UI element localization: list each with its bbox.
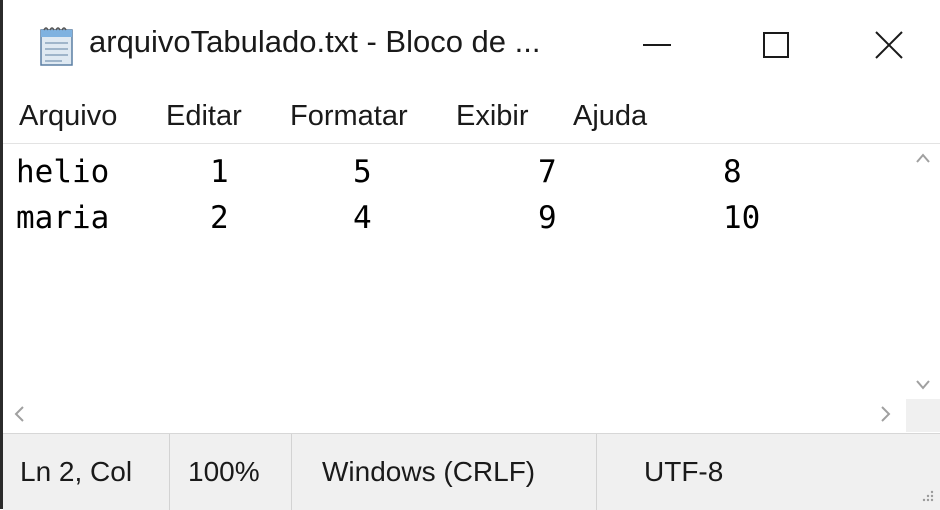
- maximize-icon: [763, 32, 789, 58]
- chevron-right-icon[interactable]: [880, 403, 892, 425]
- text-cell: 8: [723, 154, 742, 190]
- status-encoding-text: UTF-8: [644, 456, 724, 487]
- status-bar: Ln 2, Col 100% Windows (CRLF) UTF-8: [3, 433, 940, 510]
- status-position-text: Ln 2, Col: [20, 456, 133, 487]
- text-line: maria 2 4 9 10: [16, 200, 760, 240]
- close-icon: [875, 31, 903, 59]
- minimize-button[interactable]: [603, 0, 703, 90]
- status-cursor-position: Ln 2, Col: [3, 434, 170, 510]
- status-line-ending: Windows (CRLF): [292, 434, 597, 510]
- chevron-up-icon[interactable]: [915, 152, 931, 164]
- notepad-icon: [38, 25, 76, 67]
- chevron-left-icon[interactable]: [13, 403, 25, 425]
- menu-arquivo[interactable]: Arquivo: [19, 100, 117, 133]
- status-zoom: 100%: [170, 434, 292, 510]
- text-cell: maria: [16, 200, 110, 236]
- title-bar[interactable]: arquivoTabulado.txt - Bloco de ...: [3, 0, 940, 90]
- text-cell: 9: [538, 200, 557, 236]
- scrollbar-corner: [906, 399, 940, 432]
- text-cell: 5: [353, 154, 372, 190]
- text-cell: 4: [353, 200, 372, 236]
- status-zoom-text: 100%: [188, 456, 260, 487]
- text-cell: 2: [210, 200, 229, 236]
- resize-grip-icon[interactable]: [920, 490, 934, 504]
- menu-exibir[interactable]: Exibir: [456, 100, 529, 133]
- maximize-button[interactable]: [721, 0, 821, 90]
- window-title: arquivoTabulado.txt - Bloco de ...: [89, 24, 541, 59]
- text-cell: helio: [16, 154, 110, 190]
- status-line-ending-text: Windows (CRLF): [322, 456, 536, 487]
- chevron-down-icon[interactable]: [915, 379, 931, 391]
- text-line: helio 1 5 7 8: [16, 154, 742, 194]
- text-cell: 1: [210, 154, 229, 190]
- text-cell: 7: [538, 154, 557, 190]
- menu-editar[interactable]: Editar: [166, 100, 242, 133]
- notepad-window: arquivoTabulado.txt - Bloco de ... Arqui…: [0, 0, 940, 510]
- vertical-scrollbar[interactable]: [906, 144, 940, 399]
- menu-formatar[interactable]: Formatar: [290, 100, 408, 133]
- menu-ajuda[interactable]: Ajuda: [573, 100, 647, 133]
- text-editor[interactable]: helio 1 5 7 8 maria 2 4 9 10: [3, 143, 940, 432]
- minimize-icon: [643, 44, 671, 46]
- menu-bar: Arquivo Editar Formatar Exibir Ajuda: [3, 96, 940, 142]
- close-button[interactable]: [839, 0, 939, 90]
- status-encoding: UTF-8: [597, 434, 917, 510]
- text-cell: 10: [723, 200, 761, 236]
- horizontal-scrollbar[interactable]: [3, 399, 906, 432]
